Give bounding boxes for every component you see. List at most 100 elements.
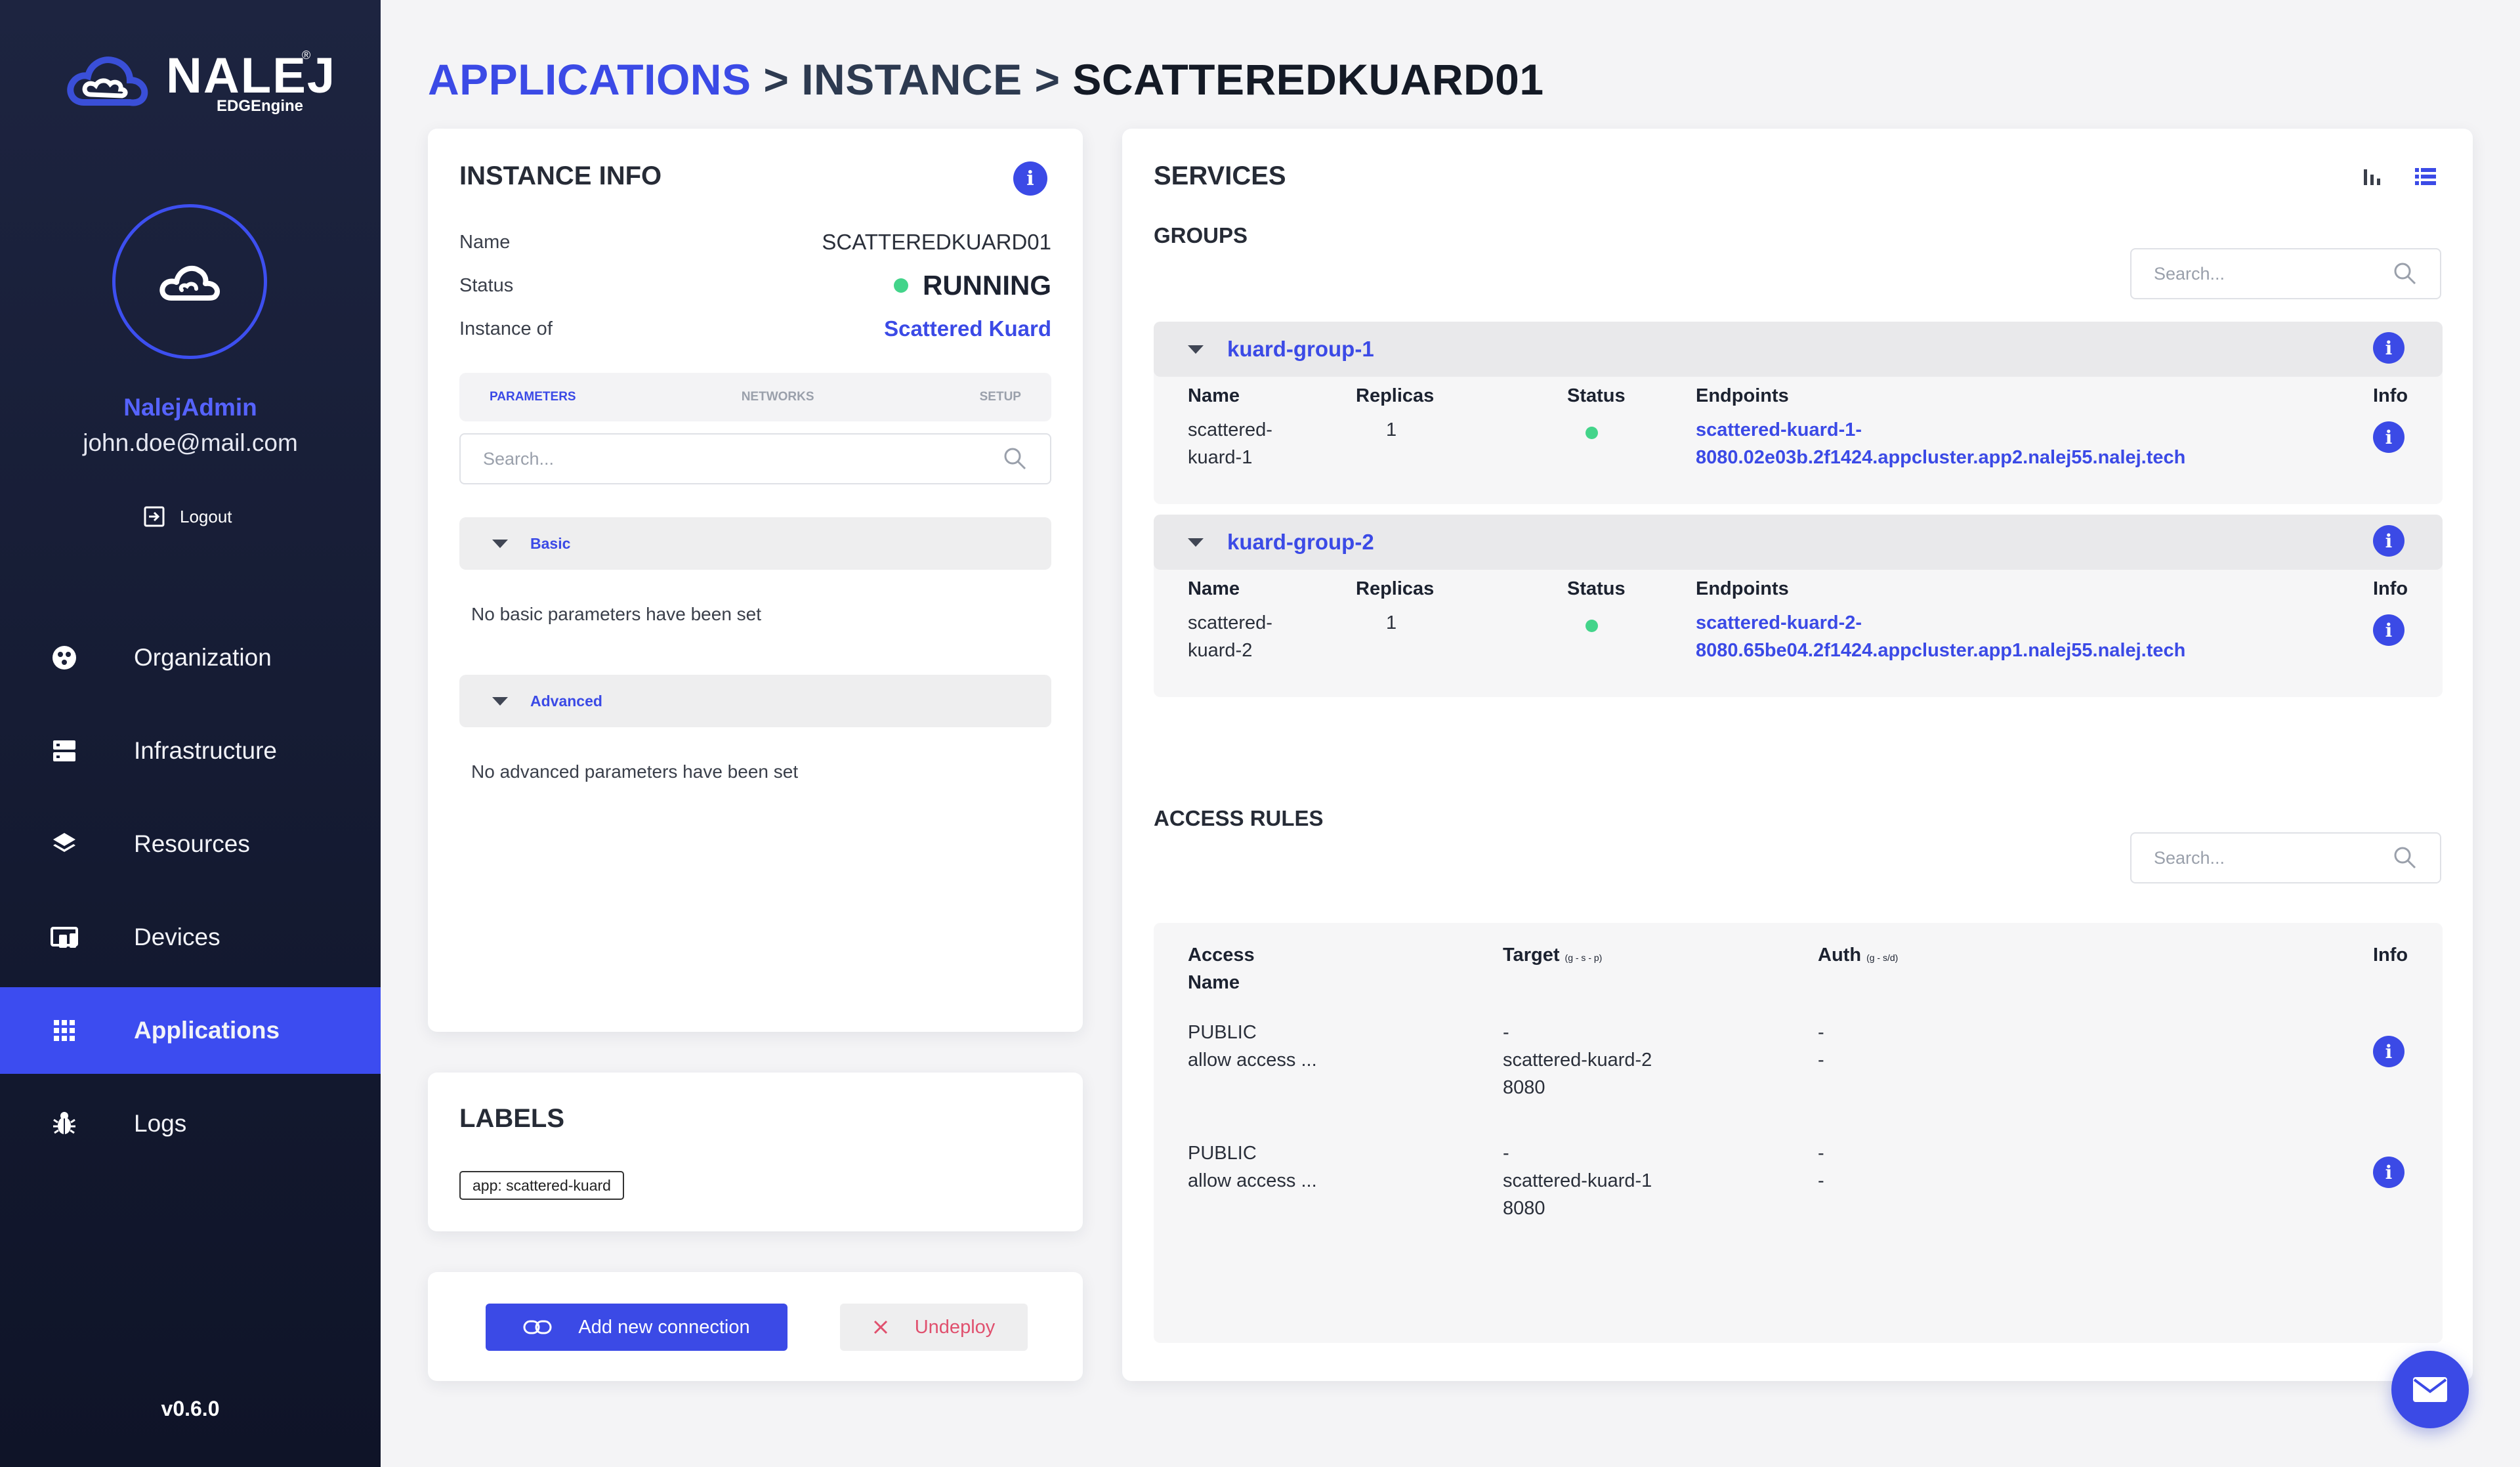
breadcrumb-applications[interactable]: APPLICATIONS <box>428 55 751 104</box>
rule-target: - scattered-kuard-2 8080 <box>1503 1019 1652 1101</box>
header-line: Name <box>1188 972 1240 993</box>
nav-item-devices[interactable]: Devices <box>0 894 381 981</box>
rule-target-line: 8080 <box>1503 1077 1545 1098</box>
instance-info-card: INSTANCE INFO i Name SCATTEREDKUARD01 St… <box>428 129 1083 1032</box>
close-icon <box>873 1320 887 1334</box>
status-value: RUNNING <box>894 270 1051 301</box>
tab-parameters[interactable]: PARAMETERS <box>490 390 576 404</box>
column-header-replicas: Replicas <box>1356 385 1435 406</box>
service-name-line: kuard-1 <box>1188 447 1253 468</box>
groups-search-input[interactable]: Search... <box>2130 248 2441 299</box>
breadcrumb-separator: > <box>1034 55 1060 104</box>
service-group-name: kuard-group-2 <box>1227 530 1374 554</box>
advanced-empty-message: No advanced parameters have been set <box>471 761 799 782</box>
info-icon[interactable]: i <box>2373 525 2404 557</box>
services-card: SERVICES GROUPS Search... kuard-group-1 … <box>1122 129 2473 1381</box>
sidebar: NALEJ ® EDGEngine NalejAdmin john.doe@ma… <box>0 0 381 1467</box>
server-icon <box>50 736 79 765</box>
endpoint-line: scattered-kuard-1- <box>1696 419 1862 440</box>
access-rules-search-input[interactable]: Search... <box>2130 832 2441 883</box>
info-icon[interactable]: i <box>2373 1036 2404 1067</box>
access-rules-table: Access Name Target (g - s - p) Auth (g -… <box>1154 923 2443 1343</box>
bar-chart-icon[interactable] <box>2361 165 2384 188</box>
target-header-note: (g - s - p) <box>1564 952 1603 963</box>
service-group: kuard-group-2 i Name Replicas Status End… <box>1154 515 2443 697</box>
nav-item-organization[interactable]: Organization <box>0 614 381 701</box>
breadcrumb-current: SCATTEREDKUARD01 <box>1072 55 1544 104</box>
column-header-status: Status <box>1567 578 1626 599</box>
column-header-auth: Auth (g - s/d) <box>1818 941 1898 971</box>
link-icon <box>523 1320 552 1334</box>
rule-access: PUBLIC allow access ... <box>1188 1019 1317 1074</box>
label-chip[interactable]: app: scattered-kuard <box>459 1171 624 1200</box>
contact-button[interactable] <box>2391 1351 2469 1428</box>
labels-card: LABELS app: scattered-kuard <box>428 1073 1083 1231</box>
tab-networks[interactable]: NETWORKS <box>742 390 814 404</box>
nav-item-logs[interactable]: Logs <box>0 1080 381 1167</box>
column-header-status: Status <box>1567 385 1626 406</box>
tab-setup[interactable]: SETUP <box>980 390 1021 404</box>
rule-access: PUBLIC allow access ... <box>1188 1139 1317 1195</box>
layers-icon <box>50 830 79 859</box>
search-icon <box>2394 847 2416 869</box>
search-placeholder: Search... <box>2154 847 2225 868</box>
service-name-line: scattered- <box>1188 612 1272 633</box>
chevron-down-icon <box>1188 345 1204 354</box>
breadcrumb-separator: > <box>763 55 789 104</box>
endpoint-line: 8080.02e03b.2f1424.appcluster.app2.nalej… <box>1696 447 2186 468</box>
info-icon[interactable]: i <box>2373 332 2404 364</box>
nav-item-infrastructure[interactable]: Infrastructure <box>0 708 381 794</box>
bug-icon <box>50 1109 79 1138</box>
avatar[interactable] <box>112 204 267 359</box>
auth-header: Auth <box>1818 945 1862 966</box>
nav-label: Logs <box>134 1110 187 1137</box>
nav-label: Resources <box>134 830 250 857</box>
add-connection-button[interactable]: Add new connection <box>486 1304 788 1351</box>
instance-tabs: PARAMETERS NETWORKS SETUP <box>459 373 1051 421</box>
target-header: Target <box>1503 945 1560 966</box>
search-placeholder: Search... <box>2154 263 2225 284</box>
undeploy-button[interactable]: Undeploy <box>840 1304 1028 1351</box>
auth-header-note: (g - s/d) <box>1866 952 1899 963</box>
info-icon[interactable]: i <box>2373 614 2404 646</box>
rule-auth: - - <box>1818 1019 1824 1074</box>
advanced-accordion[interactable]: Advanced <box>459 675 1051 727</box>
chevron-down-icon <box>492 696 508 706</box>
instance-of-link[interactable]: Scattered Kuard <box>884 316 1051 341</box>
instance-name-row: Name SCATTEREDKUARD01 <box>459 226 1051 259</box>
nav-label: Organization <box>134 644 272 671</box>
service-endpoint-link[interactable]: scattered-kuard-1- 8080.02e03b.2f1424.ap… <box>1696 416 2185 471</box>
basic-empty-message: No basic parameters have been set <box>471 604 762 624</box>
user-name: NalejAdmin <box>123 394 257 421</box>
search-icon <box>2394 263 2416 285</box>
info-icon[interactable]: i <box>2373 1157 2404 1188</box>
instance-of-row: Instance of Scattered Kuard <box>459 312 1051 345</box>
rule-target-line: 8080 <box>1503 1198 1545 1219</box>
info-icon[interactable]: i <box>2373 421 2404 453</box>
service-replicas: 1 <box>1386 612 1397 633</box>
basic-accordion[interactable]: Basic <box>459 517 1051 570</box>
service-status-dot <box>1586 620 1598 632</box>
rule-target-line: - <box>1503 1143 1509 1164</box>
nav-label: Applications <box>134 1017 280 1044</box>
list-view-icon[interactable] <box>2414 165 2437 188</box>
chevron-down-icon <box>1188 538 1204 547</box>
grid-icon <box>50 1016 79 1045</box>
column-header-endpoints: Endpoints <box>1696 578 1789 599</box>
brand-name: NALEJ <box>166 48 337 104</box>
devices-icon <box>50 923 79 952</box>
nav-item-applications[interactable]: Applications <box>0 987 381 1074</box>
service-endpoint-link[interactable]: scattered-kuard-2- 8080.65be04.2f1424.ap… <box>1696 609 2185 664</box>
chevron-down-icon <box>492 539 508 548</box>
brand-logo[interactable]: NALEJ ® EDGEngine <box>64 49 335 117</box>
nav-item-resources[interactable]: Resources <box>0 801 381 887</box>
logout-button[interactable]: Logout <box>143 505 232 528</box>
breadcrumb: APPLICATIONS > INSTANCE > SCATTEREDKUARD… <box>428 58 1544 101</box>
actions-card: Add new connection Undeploy <box>428 1272 1083 1381</box>
service-group-header[interactable]: kuard-group-1 i <box>1154 322 2443 377</box>
parameters-search-input[interactable]: Search... <box>459 433 1051 484</box>
service-group-header[interactable]: kuard-group-2 i <box>1154 515 2443 570</box>
info-icon[interactable]: i <box>1013 161 1047 196</box>
organization-icon <box>50 643 79 672</box>
endpoint-line: 8080.65be04.2f1424.appcluster.app1.nalej… <box>1696 640 2186 661</box>
